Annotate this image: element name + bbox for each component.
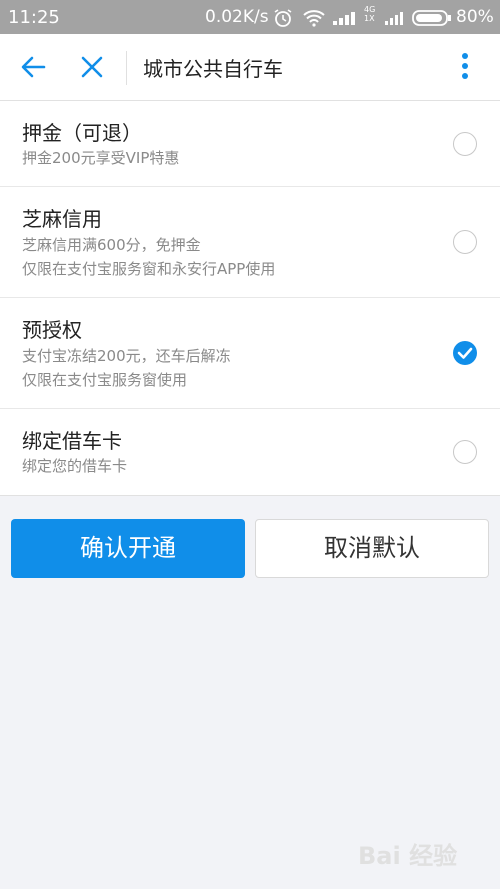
back-arrow-icon[interactable] [20,55,46,83]
option-title: 预授权 [22,318,82,342]
confirm-button[interactable]: 确认开通 [11,519,245,578]
option-description: 绑定您的借车卡 [22,454,127,478]
radio-button[interactable] [453,230,477,254]
option-deposit[interactable]: 押金（可退） 押金200元享受VIP特惠 [0,101,500,187]
cancel-default-button[interactable]: 取消默认 [255,519,489,578]
page-title: 城市公共自行车 [143,57,283,81]
signal-icon [385,10,407,29]
option-title: 绑定借车卡 [22,429,122,453]
network-type-bottom: 1X [364,14,375,23]
option-sesame-credit[interactable]: 芝麻信用 芝麻信用满600分，免押金 仅限在支付宝服务窗和永安行APP使用 [0,187,500,298]
status-network-speed: 0.02K/s [205,7,269,27]
battery-icon [412,10,452,30]
close-icon[interactable] [80,55,104,83]
option-description-line: 仅限在支付宝服务窗使用 [22,371,188,389]
network-type-top: 4G [364,5,376,14]
checkmark-icon [457,347,473,359]
option-description-line: 绑定您的借车卡 [22,457,128,475]
radio-button[interactable] [453,440,477,464]
status-time: 11:25 [8,7,60,28]
watermark: Bai 经验 [358,842,458,870]
option-title: 芝麻信用 [22,207,102,231]
signal-icon [333,10,361,29]
option-description-line: 仅限在支付宝服务窗和永安行APP使用 [22,260,276,278]
option-bind-card[interactable]: 绑定借车卡 绑定您的借车卡 [0,409,500,495]
option-title: 押金（可退） [22,121,142,145]
more-vertical-icon[interactable] [458,52,472,86]
radio-button-checked[interactable] [453,341,477,365]
option-pre-authorization[interactable]: 预授权 支付宝冻结200元，还车后解冻 仅限在支付宝服务窗使用 [0,298,500,409]
option-description-line: 芝麻信用满600分，免押金 [22,236,201,254]
option-description-line: 支付宝冻结200元，还车后解冻 [22,347,231,365]
network-type: 4G 1X [364,5,375,23]
option-description-line: 押金200元享受VIP特惠 [22,149,180,167]
battery-percent: 80% [456,7,494,27]
deposit-options-list: 押金（可退） 押金200元享受VIP特惠 芝麻信用 芝麻信用满600分，免押金 … [0,101,500,496]
option-description: 押金200元享受VIP特惠 [22,146,179,170]
radio-button[interactable] [453,132,477,156]
status-bar: 11:25 0.02K/s 4G 1X 80% [0,0,500,34]
app-bar: 城市公共自行车 [0,34,500,101]
divider [126,51,127,85]
option-description: 支付宝冻结200元，还车后解冻 仅限在支付宝服务窗使用 [22,344,231,392]
alarm-icon [273,8,293,32]
wifi-icon [303,9,325,31]
option-description: 芝麻信用满600分，免押金 仅限在支付宝服务窗和永安行APP使用 [22,233,275,281]
